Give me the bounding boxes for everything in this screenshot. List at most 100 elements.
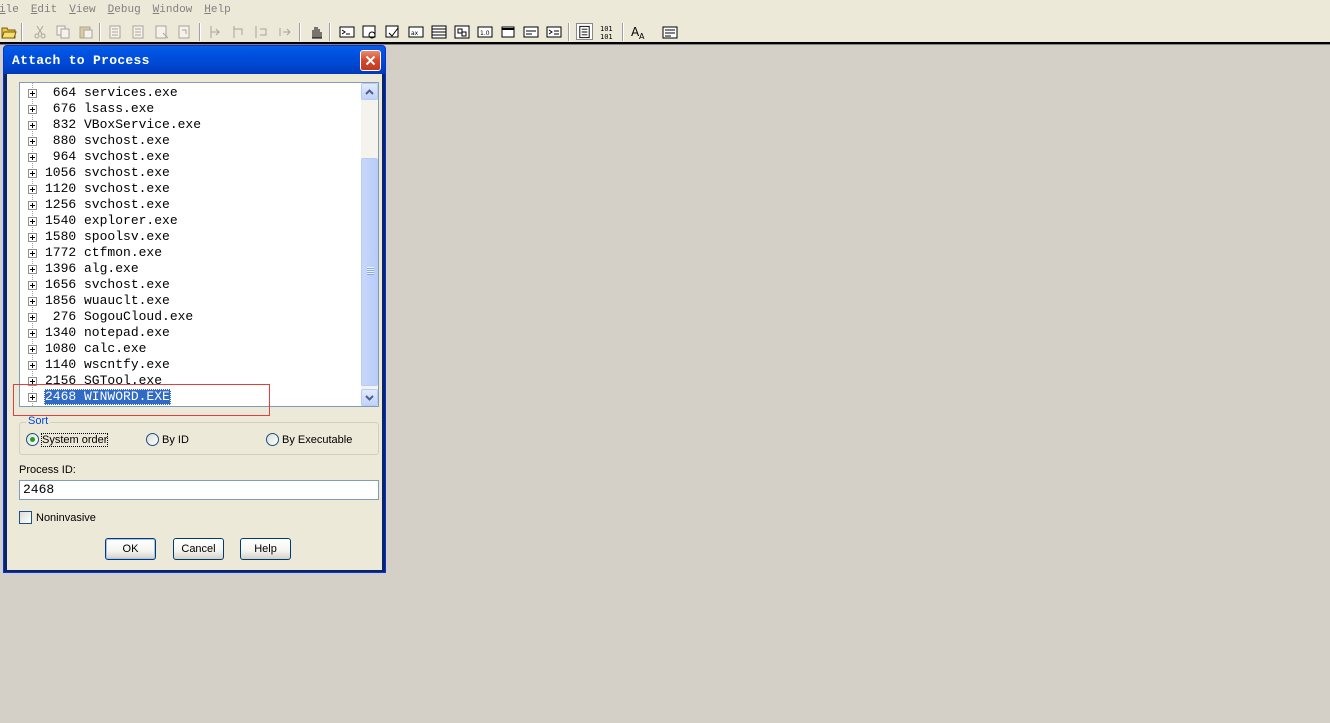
redo-icon[interactable]	[130, 23, 147, 40]
disassembly-icon[interactable]	[453, 23, 470, 40]
process-row[interactable]: 664 services.exe	[20, 85, 360, 101]
process-row[interactable]: 880 svchost.exe	[20, 133, 360, 149]
expand-icon[interactable]	[28, 121, 37, 130]
sort-group: Sort System order By ID By Executable	[19, 415, 379, 455]
call-stack-icon[interactable]	[430, 23, 447, 40]
process-label: 664 services.exe	[45, 85, 178, 100]
sort-system-order-radio[interactable]: System order	[26, 432, 109, 447]
processes-icon[interactable]	[522, 23, 539, 40]
process-label: 1772 ctfmon.exe	[45, 245, 163, 260]
expand-icon[interactable]	[28, 313, 37, 322]
expand-icon[interactable]	[28, 169, 37, 178]
expand-icon[interactable]	[28, 329, 37, 338]
process-row[interactable]: 1772 ctfmon.exe	[20, 245, 360, 261]
expand-icon[interactable]	[28, 153, 37, 162]
expand-icon[interactable]	[28, 249, 37, 258]
process-label: 676 lsass.exe	[45, 101, 155, 116]
expand-icon[interactable]	[28, 185, 37, 194]
menu-window[interactable]: Window	[147, 4, 199, 16]
process-row[interactable]: 1340 notepad.exe	[20, 325, 360, 341]
process-row[interactable]: 1056 svchost.exe	[20, 165, 360, 181]
process-row[interactable]: 1080 calc.exe	[20, 341, 360, 357]
font-icon[interactable]: AA	[630, 23, 647, 40]
undo-icon[interactable]	[107, 23, 124, 40]
cancel-button[interactable]: Cancel	[173, 538, 224, 560]
run-to-cursor-icon[interactable]	[276, 23, 293, 40]
open-icon[interactable]	[0, 23, 17, 40]
process-list[interactable]: 664 services.exe 676 lsass.exe 832 VBoxS…	[19, 82, 379, 407]
expand-icon[interactable]	[28, 105, 37, 114]
process-label: 880 svchost.exe	[45, 133, 170, 148]
expand-icon[interactable]	[28, 297, 37, 306]
source-view-icon[interactable]	[576, 23, 593, 40]
hex-mode-icon[interactable]: 101 101	[599, 23, 616, 40]
options-icon[interactable]	[661, 23, 678, 40]
memory-icon[interactable]: 1.0	[476, 23, 493, 40]
process-row[interactable]: 1580 spoolsv.exe	[20, 229, 360, 245]
menu-debug[interactable]: Debug	[102, 4, 147, 16]
locals-icon[interactable]	[384, 23, 401, 40]
step-out-icon[interactable]	[253, 23, 270, 40]
process-row[interactable]: 1856 wuauclt.exe	[20, 293, 360, 309]
radio-indicator[interactable]	[266, 433, 279, 446]
source-mode-icon[interactable]	[545, 23, 562, 40]
process-row[interactable]: 276 SogouCloud.exe	[20, 309, 360, 325]
sort-by-executable-radio[interactable]: By Executable	[266, 433, 352, 446]
process-label: 964 svchost.exe	[45, 149, 170, 164]
process-label: 1396 alg.exe	[45, 261, 139, 276]
help-button[interactable]: Help	[240, 538, 291, 560]
find-next-icon[interactable]	[176, 23, 193, 40]
watch-icon[interactable]	[361, 23, 378, 40]
process-row[interactable]: 1656 svchost.exe	[20, 277, 360, 293]
sort-by-id-radio[interactable]: By ID	[146, 433, 189, 446]
menu-bar: ile Edit View Debug Window Help	[0, 0, 1330, 19]
dialog-title: Attach to Process	[12, 53, 150, 68]
expand-icon[interactable]	[28, 137, 37, 146]
close-button[interactable]	[360, 50, 381, 71]
expand-icon[interactable]	[28, 265, 37, 274]
expand-icon[interactable]	[28, 217, 37, 226]
step-over-icon[interactable]	[230, 23, 247, 40]
vertical-scrollbar[interactable]	[361, 83, 378, 406]
process-row[interactable]: 1396 alg.exe	[20, 261, 360, 277]
expand-icon[interactable]	[28, 89, 37, 98]
dialog-titlebar[interactable]: Attach to Process	[4, 46, 385, 74]
scroll-down-button[interactable]	[361, 389, 378, 406]
radio-indicator[interactable]	[26, 433, 39, 446]
copy-icon[interactable]	[54, 23, 71, 40]
process-row[interactable]: 1120 svchost.exe	[20, 181, 360, 197]
registers-icon[interactable]: ax	[407, 23, 424, 40]
scroll-up-button[interactable]	[361, 83, 378, 100]
dialog-body: 664 services.exe 676 lsass.exe 832 VBoxS…	[7, 74, 382, 570]
process-row[interactable]: 964 svchost.exe	[20, 149, 360, 165]
radio-indicator[interactable]	[146, 433, 159, 446]
menu-edit[interactable]: Edit	[25, 4, 63, 16]
scroll-thumb[interactable]	[361, 158, 378, 386]
cut-icon[interactable]	[31, 23, 48, 40]
scratch-pad-icon[interactable]	[499, 23, 516, 40]
menu-view[interactable]: View	[63, 4, 101, 16]
expand-icon[interactable]	[28, 233, 37, 242]
toolbar: ax 1.0 101 101 AA	[0, 19, 1330, 45]
checkbox-indicator[interactable]	[19, 511, 32, 524]
process-row[interactable]: 676 lsass.exe	[20, 101, 360, 117]
paste-icon[interactable]	[77, 23, 94, 40]
ok-button[interactable]: OK	[105, 538, 156, 560]
expand-icon[interactable]	[28, 345, 37, 354]
command-window-icon[interactable]	[338, 23, 355, 40]
process-row[interactable]: 832 VBoxService.exe	[20, 117, 360, 133]
process-row[interactable]: 1540 explorer.exe	[20, 213, 360, 229]
expand-icon[interactable]	[28, 361, 37, 370]
expand-icon[interactable]	[28, 281, 37, 290]
noninvasive-checkbox[interactable]: Noninvasive	[19, 511, 96, 524]
menu-file[interactable]: ile	[0, 4, 25, 16]
menu-help[interactable]: Help	[198, 4, 236, 16]
process-row[interactable]: 1140 wscntfy.exe	[20, 357, 360, 373]
process-label: 1080 calc.exe	[45, 341, 147, 356]
find-icon[interactable]	[153, 23, 170, 40]
process-row[interactable]: 1256 svchost.exe	[20, 197, 360, 213]
hand-icon[interactable]	[307, 23, 324, 40]
step-into-icon[interactable]	[207, 23, 224, 40]
process-id-input[interactable]: 2468	[19, 480, 379, 500]
expand-icon[interactable]	[28, 201, 37, 210]
